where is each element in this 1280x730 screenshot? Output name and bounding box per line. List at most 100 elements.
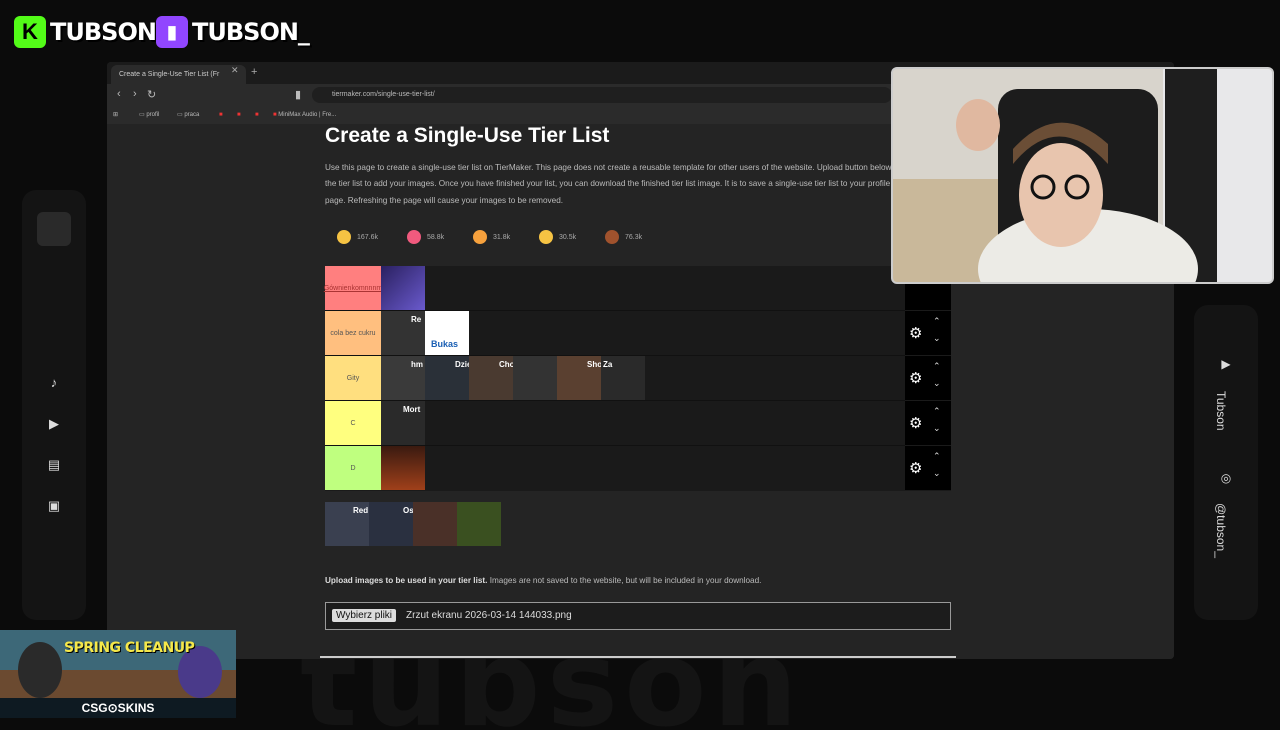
tier-label[interactable]: C	[325, 401, 381, 445]
gear-icon[interactable]: ⚙	[909, 324, 922, 342]
gear-icon[interactable]: ⚙	[909, 369, 922, 387]
kick-badge: K TUBSON	[14, 14, 157, 50]
browser-tab[interactable]: Create a Single-Use Tier List (Fr	[111, 65, 246, 84]
new-tab-icon[interactable]: +	[251, 66, 257, 78]
tier-row: cola bez cukru Re Bukas	[325, 311, 905, 356]
chevron-up-icon[interactable]: ⌃	[933, 361, 941, 372]
chevron-down-icon[interactable]: ⌄	[933, 378, 941, 389]
chevron-up-icon[interactable]: ⌃	[933, 451, 941, 462]
file-upload-input[interactable]: Wybierz pliki Zrzut ekranu 2026-03-14 14…	[325, 602, 951, 630]
avatar-icon	[37, 212, 71, 246]
webcam-image	[893, 69, 1272, 282]
red-bookmark-icon[interactable]: ■	[219, 109, 223, 121]
image-icon: ▣	[47, 498, 61, 513]
tier-row: Gównienkomnnnm	[324, 266, 905, 311]
film-icon: ▤	[47, 457, 61, 472]
reaction-1[interactable]: 167.6k	[337, 230, 378, 244]
tier-controls: ⚙ ⌃ ⌄	[905, 401, 951, 445]
upload-instructions: Upload images to be used in your tier li…	[325, 576, 762, 585]
tier-row: Gity hm Dzie Cho Sho Za	[325, 356, 905, 401]
pool-item-image[interactable]	[457, 502, 501, 546]
pool-item-image[interactable]: Red	[325, 502, 369, 546]
gear-icon[interactable]: ⚙	[909, 459, 922, 477]
tier-label[interactable]: Gity	[325, 356, 381, 400]
left-overlay-bar: ♪ ▶ ▤ ▣	[22, 190, 86, 620]
apps-icon[interactable]: ⊞	[113, 109, 118, 121]
twitch-badge: ▮ TUBSON_	[156, 14, 310, 50]
youtube-icon: ▶	[1221, 357, 1231, 371]
emoji-icon	[605, 230, 619, 244]
tier-item-image[interactable]	[513, 356, 557, 400]
bookmark-praca[interactable]: ▭ praca	[177, 109, 199, 121]
divider	[320, 656, 956, 658]
pool-item-image[interactable]	[413, 502, 457, 546]
tier-item-image[interactable]: Za	[601, 356, 645, 400]
selected-file-name: Zrzut ekranu 2026-03-14 144033.png	[406, 610, 572, 621]
webcam-overlay	[891, 67, 1274, 284]
chevron-down-icon[interactable]: ⌄	[933, 333, 941, 344]
emoji-icon	[407, 230, 421, 244]
tier-label[interactable]: D	[325, 446, 381, 490]
tier-item-image[interactable]: Bukas	[425, 311, 469, 355]
tier-controls: ⚙ ⌃ ⌄	[905, 446, 951, 490]
choose-files-button[interactable]: Wybierz pliki	[332, 609, 397, 622]
kick-handle: TUBSON	[50, 18, 157, 46]
tier-items: hm Dzie Cho Sho Za	[381, 356, 645, 400]
twitch-icon: ▮	[156, 16, 188, 48]
tier-label[interactable]: cola bez cukru	[325, 311, 381, 355]
tier-row: D	[325, 446, 905, 490]
pool-item-image[interactable]: Os	[369, 502, 413, 546]
youtube-label: Tubson	[1214, 391, 1228, 431]
right-overlay-bar: ▶ Tubson ◎ @tubson_	[1194, 305, 1258, 620]
bookmark-profil[interactable]: ▭ profil	[139, 109, 159, 121]
tier-item-image[interactable]: Cho	[469, 356, 513, 400]
red-bookmark-icon[interactable]: ■	[237, 109, 241, 121]
twitch-handle: TUBSON_	[192, 18, 310, 46]
unranked-pool: Red Os	[325, 502, 501, 546]
chevron-down-icon[interactable]: ⌄	[933, 423, 941, 434]
tier-items	[381, 266, 425, 310]
emoji-icon	[337, 230, 351, 244]
red-bookmark-icon[interactable]: ■	[255, 109, 259, 121]
chevron-up-icon[interactable]: ⌃	[933, 406, 941, 417]
sponsor-title: SPRING CLEANUP	[64, 640, 195, 656]
close-tab-icon[interactable]: ✕	[231, 65, 239, 76]
music-icon: ♪	[50, 375, 58, 390]
sponsor-brand: CSG⊙SKINS	[0, 698, 236, 718]
tier-item-image[interactable]: Sho	[557, 356, 601, 400]
forward-icon[interactable]: ›	[133, 88, 137, 100]
tier-item-image[interactable]: Mort	[381, 401, 425, 445]
tier-item-image[interactable]	[381, 266, 425, 310]
sponsor-banner: SPRING CLEANUP CSG⊙SKINS	[0, 630, 236, 718]
tier-item-image[interactable]: Re	[381, 311, 425, 355]
chevron-up-icon[interactable]: ⌃	[933, 316, 941, 327]
gear-icon[interactable]: ⚙	[909, 414, 922, 432]
tier-items: Mort	[381, 401, 425, 445]
tab-title: Create a Single-Use Tier List (Fr	[119, 71, 220, 78]
back-icon[interactable]: ‹	[117, 88, 121, 100]
tier-row: C Mort	[325, 401, 905, 446]
reload-icon[interactable]: ↻	[147, 88, 156, 101]
page-title: Create a Single-Use Tier List	[325, 124, 610, 147]
emoji-icon	[539, 230, 553, 244]
reaction-2[interactable]: 58.8k	[407, 230, 444, 244]
tier-item-image[interactable]	[381, 446, 425, 490]
tier-item-image[interactable]: hm	[381, 356, 425, 400]
bookmark-icon[interactable]: ▮	[295, 88, 301, 101]
tier-items	[381, 446, 425, 490]
reaction-5[interactable]: 76.3k	[605, 230, 642, 244]
instagram-icon: ◎	[1220, 471, 1232, 485]
tier-controls: ⚙ ⌃ ⌄	[905, 356, 951, 400]
tier-items: Re Bukas	[381, 311, 469, 355]
instagram-label: @tubson_	[1214, 503, 1228, 558]
page-description: Use this page to create a single-use tie…	[325, 163, 892, 205]
bookmark-minimax[interactable]: ■ MiniMax Audio | Fre...	[273, 109, 336, 121]
kick-icon: K	[14, 16, 46, 48]
tier-item-image[interactable]: Dzie	[425, 356, 469, 400]
reaction-4[interactable]: 30.5k	[539, 230, 576, 244]
chevron-down-icon[interactable]: ⌄	[933, 468, 941, 479]
emoji-icon	[473, 230, 487, 244]
tier-label[interactable]: Gównienkomnnnm	[324, 266, 382, 310]
address-bar[interactable]: tiermaker.com/single-use-tier-list/	[312, 87, 892, 103]
reaction-3[interactable]: 31.8k	[473, 230, 510, 244]
